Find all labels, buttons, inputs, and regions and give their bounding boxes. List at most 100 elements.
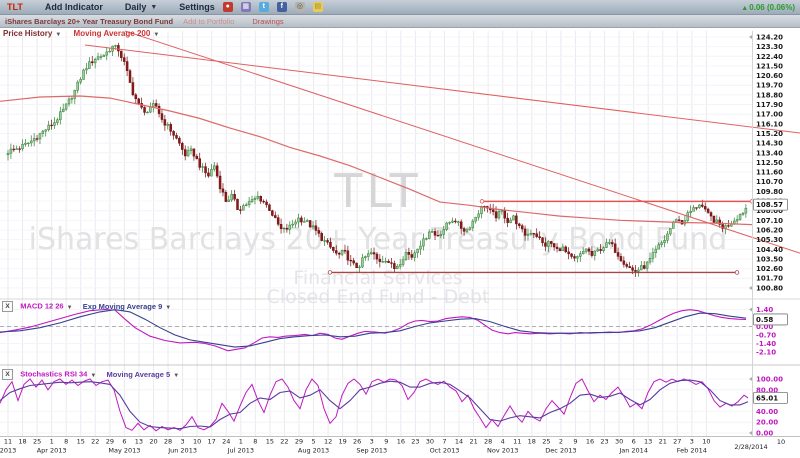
svg-text:18: 18 [528, 438, 536, 446]
svg-text:24: 24 [222, 438, 230, 446]
svg-text:6: 6 [632, 438, 636, 446]
svg-text:117.90: 117.90 [756, 101, 783, 109]
svg-text:1: 1 [50, 438, 54, 446]
svg-text:Jan 2014: Jan 2014 [618, 447, 648, 455]
svg-text:108.57: 108.57 [756, 201, 783, 209]
svg-text:0.00: 0.00 [756, 430, 773, 438]
period-dropdown[interactable]: Daily [125, 2, 147, 12]
svg-text:113.40: 113.40 [756, 149, 783, 157]
stoch-ma-caret-icon[interactable]: ▼ [173, 373, 179, 379]
svg-text:106.20: 106.20 [756, 226, 783, 234]
svg-text:15: 15 [266, 438, 274, 446]
period-caret-icon[interactable]: ▼ [150, 4, 157, 11]
facebook-icon[interactable]: f [277, 2, 287, 12]
up-arrow-icon: ▲ [741, 5, 748, 12]
macd-close-button[interactable]: X [2, 301, 13, 312]
svg-text:109.80: 109.80 [756, 188, 783, 196]
svg-text:TLT: TLT [333, 164, 422, 218]
camera-icon[interactable]: ◎ [295, 2, 305, 12]
twitter-icon[interactable]: t [259, 2, 269, 12]
svg-text:100.00: 100.00 [756, 376, 783, 384]
top-toolbar: TLT Add Indicator Daily ▼ Settings ● ▦ tf ◎… [0, 0, 800, 15]
svg-text:28: 28 [164, 438, 172, 446]
svg-text:110.70: 110.70 [756, 178, 783, 186]
svg-text:115.20: 115.20 [756, 130, 783, 138]
macd-caret-icon[interactable]: ▼ [67, 305, 73, 311]
svg-text:Sep 2013: Sep 2013 [356, 447, 387, 455]
svg-text:101.70: 101.70 [756, 275, 783, 283]
svg-text:May 2013: May 2013 [108, 447, 140, 455]
svg-text:8: 8 [64, 438, 68, 446]
date-axis: 1118251815222961320283101724181522295121… [0, 438, 785, 455]
symbol-ticker[interactable]: TLT [7, 2, 23, 12]
price-pane-header: Price History▼ Moving Average 200▼ [3, 29, 159, 38]
svg-text:121.50: 121.50 [756, 62, 783, 70]
stoch-close-button[interactable]: X [2, 369, 13, 380]
ma200-caret-icon[interactable]: ▼ [153, 32, 159, 38]
chart-canvas[interactable]: TLTiShares Barclays 20+ Year Treasury Bo… [0, 28, 800, 458]
svg-text:3: 3 [370, 438, 374, 446]
macd-dropdown[interactable]: MACD 12 26 [20, 302, 63, 311]
svg-text:20.00: 20.00 [756, 419, 778, 427]
upper-downtrend-line [85, 45, 800, 133]
svg-text:20: 20 [149, 438, 157, 446]
record-icon[interactable]: ● [223, 2, 233, 12]
svg-text:25: 25 [542, 438, 550, 446]
price-history-dropdown[interactable]: Price History [3, 29, 52, 38]
svg-text:120.60: 120.60 [756, 72, 783, 80]
svg-text:13: 13 [644, 438, 652, 446]
svg-text:Aug 2013: Aug 2013 [298, 447, 329, 455]
stoch-dropdown[interactable]: Stochastics RSI 34 [20, 370, 87, 379]
svg-text:23: 23 [600, 438, 608, 446]
add-to-portfolio-link[interactable]: Add to Portfolio [183, 17, 234, 26]
svg-text:102.60: 102.60 [756, 265, 783, 273]
ma200-dropdown[interactable]: Moving Average 200 [74, 29, 151, 38]
svg-text:21: 21 [469, 438, 477, 446]
svg-text:114.30: 114.30 [756, 140, 783, 148]
macd-pane-header: X MACD 12 26▼ Exp Moving Average 9▼ [2, 301, 171, 312]
stochastics-pane [0, 379, 748, 431]
svg-text:11: 11 [513, 438, 521, 446]
svg-text:1: 1 [239, 438, 243, 446]
svg-text:3: 3 [181, 438, 185, 446]
svg-text:25: 25 [33, 438, 41, 446]
quote-change: ▲0.06 (0.06%) [741, 3, 795, 12]
svg-text:40.00: 40.00 [756, 408, 778, 416]
svg-text:30: 30 [615, 438, 623, 446]
svg-text:10: 10 [193, 438, 201, 446]
stoch-caret-icon[interactable]: ▼ [90, 373, 96, 379]
chart-region[interactable]: TLTiShares Barclays 20+ Year Treasury Bo… [0, 28, 800, 458]
svg-text:19: 19 [339, 438, 347, 446]
svg-text:Feb 2014: Feb 2014 [677, 447, 707, 455]
add-indicator-button[interactable]: Add Indicator [45, 2, 103, 12]
svg-text:29: 29 [295, 438, 303, 446]
price-axis-labels: 124.20123.30122.40121.50120.60119.70118.… [756, 34, 783, 438]
svg-text:112.50: 112.50 [756, 159, 783, 167]
watermark: TLTiShares Barclays 20+ Year Treasury Bo… [29, 164, 728, 308]
svg-text:15: 15 [77, 438, 85, 446]
svg-text:111.60: 111.60 [756, 169, 783, 177]
svg-text:11: 11 [4, 438, 12, 446]
svg-text:Oct 2013: Oct 2013 [430, 447, 460, 455]
macd-signal-dropdown[interactable]: Exp Moving Average 9 [83, 302, 162, 311]
notes-icon[interactable]: ▤ [313, 2, 323, 12]
svg-text:22: 22 [91, 438, 99, 446]
stoch-ma-dropdown[interactable]: Moving Average 5 [107, 370, 171, 379]
stoch-pane-header: X Stochastics RSI 34▼ Moving Average 5▼ [2, 369, 179, 380]
svg-text:1.40: 1.40 [756, 306, 773, 314]
drawings-link[interactable]: Drawings [252, 17, 283, 26]
community-icon[interactable]: ▦ [241, 2, 251, 12]
macd-value-box: 0.58 [754, 314, 788, 325]
svg-text:104.40: 104.40 [756, 246, 783, 254]
svg-text:2/28/2014: 2/28/2014 [734, 443, 767, 451]
svg-text:2013: 2013 [0, 447, 16, 455]
svg-text:119.70: 119.70 [756, 82, 783, 90]
settings-button[interactable]: Settings [179, 2, 215, 12]
svg-text:Nov 2013: Nov 2013 [487, 447, 518, 455]
stoch-value-box: 65.01 [754, 392, 788, 403]
svg-text:105.30: 105.30 [756, 236, 783, 244]
macd-signal-caret-icon[interactable]: ▼ [165, 305, 171, 311]
svg-text:Closed End Fund - Debt: Closed End Fund - Debt [267, 286, 490, 308]
svg-text:Dec 2013: Dec 2013 [545, 447, 576, 455]
price-history-caret-icon[interactable]: ▼ [55, 32, 61, 38]
